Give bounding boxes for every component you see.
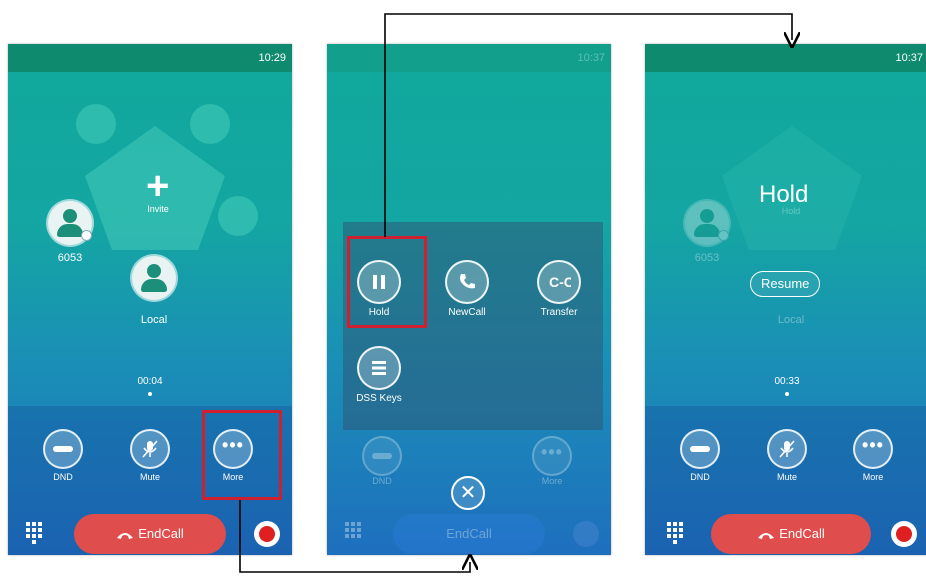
phone-icon	[460, 274, 475, 289]
empty-slot	[76, 104, 116, 144]
hangup-icon	[758, 532, 775, 539]
more-button-dimmed: •••	[532, 436, 572, 476]
dnd-button-dimmed	[362, 436, 402, 476]
clock: 10:29	[258, 52, 286, 64]
close-icon: ✕	[459, 482, 477, 504]
mute-mic-icon	[779, 440, 795, 458]
record-button[interactable]	[891, 521, 917, 547]
more-label-dimmed: More	[541, 476, 563, 486]
contact-6053-label: 6053	[57, 252, 83, 264]
contact-6053-label-dimmed: 6053	[694, 252, 720, 264]
mute-button[interactable]	[767, 429, 807, 469]
endcall-button[interactable]: EndCall	[711, 514, 871, 554]
contact-avatar-icon[interactable]	[48, 201, 92, 245]
endcall-label: EndCall	[138, 526, 184, 541]
empty-slot	[218, 196, 258, 236]
mute-label: Mute	[776, 472, 797, 482]
page-dot	[148, 392, 152, 396]
endcall-label: EndCall	[779, 526, 825, 541]
record-button[interactable]	[254, 521, 280, 547]
dsskeys-label: DSS Keys	[356, 393, 402, 404]
resume-label: Resume	[761, 276, 810, 291]
dialpad-icon[interactable]	[667, 522, 685, 544]
call-duration: 00:33	[774, 376, 800, 387]
dnd-label: DND	[53, 472, 73, 482]
svg-text:C-C: C-C	[549, 274, 571, 290]
dsskeys-button[interactable]	[357, 346, 401, 390]
endcall-button[interactable]: EndCall	[74, 514, 226, 554]
call-duration: 00:04	[137, 376, 163, 387]
page-dot	[785, 392, 789, 396]
phone-screen-in-call: 10:29 + Invite 6053 Local 00:04 DND Mute…	[8, 44, 292, 555]
hold-title: Hold	[759, 181, 809, 208]
invite-plus-icon[interactable]: +	[146, 166, 169, 206]
endcall-button-dimmed: EndCall	[393, 514, 545, 554]
transfer-icon: C-C	[549, 274, 571, 290]
dialpad-icon[interactable]	[26, 522, 44, 544]
dnd-icon	[53, 446, 73, 452]
local-avatar-icon[interactable]	[132, 256, 176, 300]
more-button[interactable]: •••	[853, 429, 893, 469]
clock: 10:37	[577, 52, 605, 64]
status-bar: 10:29	[8, 44, 292, 72]
more-menu-panel: Hold NewCall C-C Transfer DSS Keys	[343, 222, 603, 430]
phone-screen-hold: 10:37 6053 Local Hold Hold Resume 00:33 …	[645, 44, 926, 555]
hangup-icon	[117, 532, 134, 539]
invite-label: Invite	[147, 204, 169, 214]
dialpad-icon-dimmed	[345, 522, 363, 544]
mute-button[interactable]	[130, 429, 170, 469]
record-button-dimmed	[573, 521, 599, 547]
clock: 10:37	[895, 52, 923, 64]
mute-mic-icon	[142, 440, 158, 458]
transfer-label: Transfer	[540, 307, 578, 318]
status-bar: 10:37	[645, 44, 926, 72]
newcall-label: NewCall	[448, 307, 486, 318]
resume-button[interactable]: Resume	[750, 271, 821, 297]
phone-screen-more-menu: 10:37 Hold NewCall C-C Transfer DSS Keys…	[327, 44, 611, 555]
more-dots-icon: •••	[862, 435, 884, 455]
newcall-button[interactable]	[445, 260, 489, 304]
status-bar: 10:37	[327, 44, 611, 72]
record-icon	[259, 526, 275, 542]
mute-label: Mute	[139, 472, 160, 482]
endcall-label-dimmed: EndCall	[446, 526, 492, 541]
dnd-label-dimmed: DND	[372, 476, 392, 486]
dnd-label: DND	[690, 472, 710, 482]
transfer-button[interactable]: C-C	[537, 260, 581, 304]
dnd-button[interactable]	[43, 429, 83, 469]
hold-highlight-box	[347, 236, 427, 328]
local-label: Local	[140, 314, 168, 326]
more-label: More	[862, 472, 884, 482]
dnd-button[interactable]	[680, 429, 720, 469]
local-label-dimmed: Local	[777, 314, 805, 326]
record-icon	[896, 526, 912, 542]
list-icon	[372, 361, 386, 375]
contact-avatar-icon-dimmed	[685, 201, 729, 245]
dnd-icon	[690, 446, 710, 452]
close-menu-button[interactable]: ✕	[451, 476, 485, 510]
more-highlight-box	[202, 410, 282, 500]
empty-slot	[190, 104, 230, 144]
